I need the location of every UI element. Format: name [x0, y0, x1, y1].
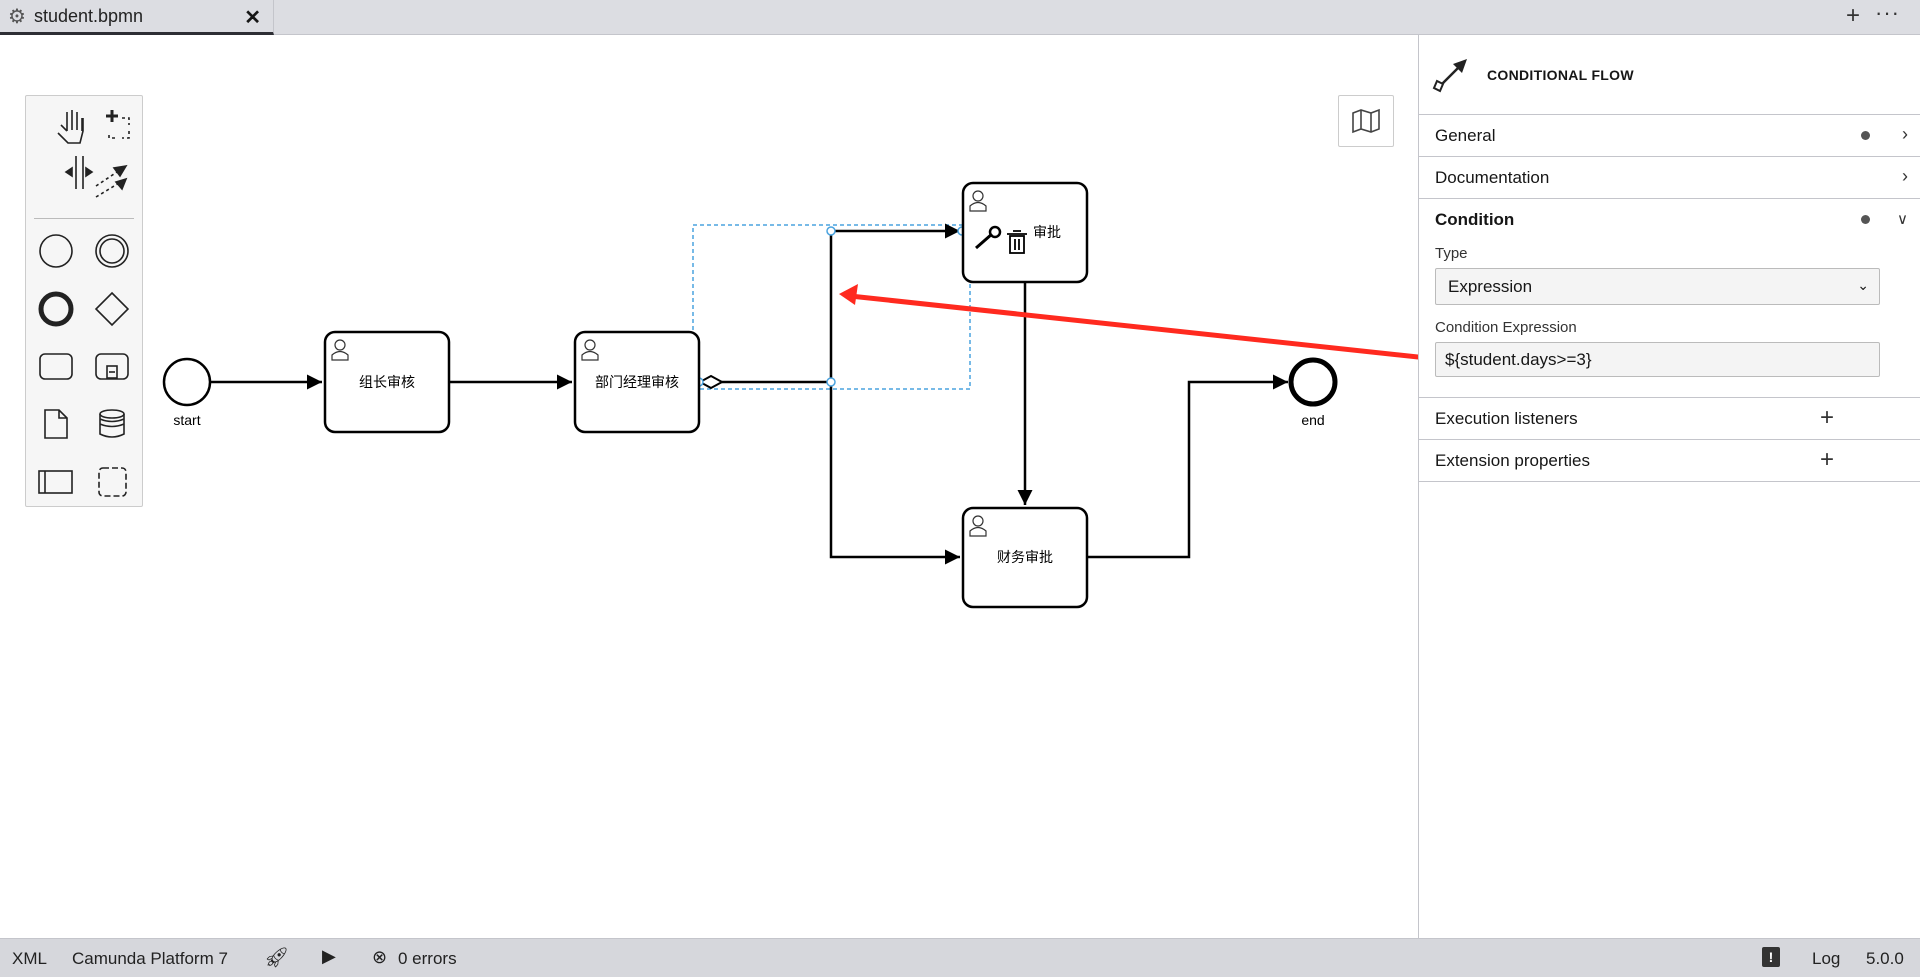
platform-button[interactable]: Camunda Platform 7: [72, 949, 228, 969]
status-bar: XML Camunda Platform 7 🚀︎ ▶ ⊗ 0 errors !…: [0, 938, 1920, 977]
deploy-rocket-icon[interactable]: 🚀︎: [264, 945, 289, 970]
tool-palette: [25, 95, 143, 507]
has-content-dot-icon: [1861, 215, 1870, 224]
type-select-value: Expression: [1448, 276, 1533, 296]
diagram-canvas[interactable]: start end 组长审核 部门经理审核 审批 财务审批: [0, 35, 1418, 938]
end-event[interactable]: [1288, 357, 1338, 407]
data-object-icon[interactable]: [44, 409, 68, 439]
condition-section-body: Type Expression ⌄ Condition Expression ${…: [1419, 241, 1920, 398]
section-label: Execution listeners: [1435, 408, 1578, 428]
task-label: 审批: [1033, 224, 1061, 240]
tab-student-bpmn[interactable]: ⚙ student.bpmn ✕: [0, 0, 274, 35]
intermediate-event-icon[interactable]: [95, 234, 129, 268]
feedback-icon[interactable]: !: [1762, 947, 1780, 967]
end-label: end: [1301, 412, 1324, 428]
conditional-flow-icon: [1432, 58, 1467, 92]
task-icon[interactable]: [39, 353, 73, 380]
minimap-toggle-button[interactable]: [1338, 95, 1394, 147]
add-icon[interactable]: +: [1820, 446, 1834, 474]
version-label: 5.0.0: [1866, 949, 1904, 968]
more-options-button[interactable]: ···: [1875, 0, 1900, 26]
run-play-icon[interactable]: ▶: [322, 946, 336, 967]
has-content-dot-icon: [1861, 131, 1870, 140]
task-label: 财务审批: [997, 549, 1053, 565]
start-event-icon[interactable]: [39, 234, 73, 268]
task-approval[interactable]: [961, 181, 1089, 284]
chevron-right-icon: ›: [1902, 166, 1908, 186]
chevron-down-icon: ∨: [1897, 211, 1908, 228]
data-store-icon[interactable]: [99, 409, 125, 438]
section-general[interactable]: General ›: [1419, 115, 1920, 157]
errors-count[interactable]: 0 errors: [398, 949, 457, 969]
subprocess-icon[interactable]: [95, 353, 129, 380]
task-label: 部门经理审核: [595, 374, 679, 390]
bpmn-diagram[interactable]: start end 组长审核 部门经理审核 审批 财务审批: [0, 35, 1418, 938]
start-label: start: [173, 412, 200, 428]
section-label: Condition: [1435, 210, 1515, 229]
error-x-circle-icon: ⊗: [372, 947, 388, 967]
tab-bar: ⚙ student.bpmn ✕ + ···: [0, 0, 1920, 35]
section-extension-properties[interactable]: Extension properties +: [1419, 440, 1920, 482]
chevron-down-icon: ⌄: [1857, 277, 1869, 293]
group-icon[interactable]: [98, 467, 127, 497]
task-label: 组长审核: [359, 374, 415, 390]
end-event-icon[interactable]: [38, 291, 74, 327]
panel-title: CONDITIONAL FLOW: [1487, 66, 1634, 83]
xml-button[interactable]: XML: [12, 949, 47, 969]
trash-icon[interactable]: [1007, 230, 1027, 254]
annotation-arrow: [839, 284, 1418, 360]
chevron-right-icon: ›: [1902, 124, 1908, 144]
section-condition[interactable]: Condition ∨: [1419, 199, 1920, 241]
new-tab-button[interactable]: +: [1846, 2, 1860, 30]
space-tool-icon[interactable]: [64, 156, 94, 189]
map-icon: [1352, 108, 1380, 134]
type-select[interactable]: Expression ⌄: [1435, 268, 1880, 305]
section-label: General: [1435, 125, 1496, 145]
conditional-flow-selected[interactable]: [721, 223, 960, 384]
panel-header: CONDITIONAL FLOW: [1419, 35, 1920, 115]
lasso-tool-icon[interactable]: [106, 110, 130, 139]
add-icon[interactable]: +: [1820, 404, 1834, 432]
condition-expression-label: Condition Expression: [1435, 319, 1577, 336]
type-label: Type: [1435, 245, 1468, 262]
flow-to-finance[interactable]: [829, 382, 960, 565]
gateway-icon[interactable]: [94, 291, 130, 327]
section-label: Extension properties: [1435, 450, 1590, 470]
properties-panel: CONDITIONAL FLOW General › Documentation ›…: [1418, 35, 1920, 938]
flow-task4-end[interactable]: [1087, 374, 1288, 559]
section-documentation[interactable]: Documentation ›: [1419, 157, 1920, 199]
global-connect-tool-icon[interactable]: [95, 164, 128, 198]
log-button[interactable]: Log: [1812, 949, 1840, 969]
gear-icon: ⚙: [8, 5, 26, 28]
close-tab-icon[interactable]: ✕: [244, 5, 261, 30]
condition-expression-input[interactable]: ${student.days>=3}: [1435, 342, 1880, 377]
section-label: Documentation: [1435, 167, 1550, 187]
tab-label: student.bpmn: [33, 5, 144, 26]
section-execution-listeners[interactable]: Execution listeners +: [1419, 398, 1920, 440]
start-event[interactable]: [162, 357, 212, 407]
palette-divider: [34, 218, 134, 219]
hand-tool-icon[interactable]: [57, 110, 84, 144]
pool-icon[interactable]: [38, 470, 73, 494]
